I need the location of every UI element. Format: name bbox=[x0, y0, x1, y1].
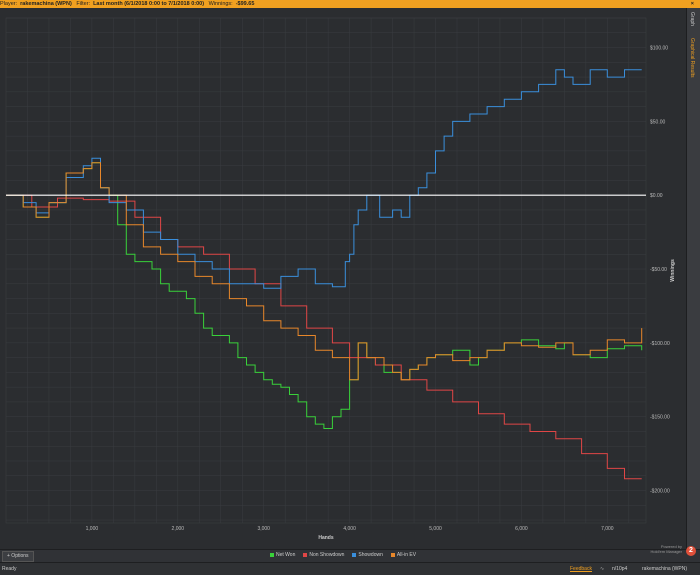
y-tick-label: -$100.00 bbox=[650, 341, 670, 347]
x-tick-label: 2,000 bbox=[172, 526, 185, 532]
player-label: Player: bbox=[0, 1, 18, 7]
y-tick-label: $0.00 bbox=[650, 193, 663, 199]
legend-item-netwon[interactable]: Net Won bbox=[270, 552, 295, 558]
legend-label: Showdown bbox=[358, 552, 383, 558]
x-tick-label: 7,000 bbox=[601, 526, 614, 532]
series-layer bbox=[6, 69, 646, 480]
legend-item-allinev[interactable]: All-in EV bbox=[390, 552, 417, 558]
legend: Net Won Non Showdown Showdown All-in EV bbox=[270, 551, 424, 560]
y-tick-label: $100.00 bbox=[650, 46, 668, 52]
tab-graphical-results[interactable]: Graphical Results bbox=[689, 38, 695, 77]
y-tick-label: -$200.00 bbox=[650, 489, 670, 495]
y-tick-label: -$50.00 bbox=[650, 267, 667, 273]
y-tick-label: $50.00 bbox=[650, 119, 666, 125]
legend-item-showdown[interactable]: Showdown bbox=[352, 552, 383, 558]
filter-label: Filter: bbox=[76, 1, 91, 7]
brand-name: Hold'em Manager bbox=[650, 549, 682, 554]
results-graph: 1,000 2,000 3,000 4,000 5,000 6,000 7,000 $100.… bbox=[0, 8, 686, 549]
legend-label: All-in EV bbox=[396, 552, 417, 558]
player-value[interactable]: rakemachina (WPN) bbox=[20, 1, 72, 7]
feedback-link[interactable]: Feedback bbox=[570, 563, 592, 575]
x-tick-label: 5,000 bbox=[429, 526, 442, 532]
x-axis-label: Hands bbox=[318, 535, 334, 541]
powered-by: Powered by Hold'em Manager bbox=[651, 544, 682, 554]
grid bbox=[5, 17, 647, 524]
status-hands: n/10p4 bbox=[612, 566, 628, 572]
side-tabs: Graph Graphical Results bbox=[686, 8, 700, 549]
x-tick-label: 1,000 bbox=[86, 526, 99, 532]
options-button[interactable]: + Options bbox=[2, 551, 34, 562]
winnings-value: -$99.65 bbox=[235, 1, 255, 7]
brand-logo: 2 bbox=[686, 546, 696, 556]
tab-graph[interactable]: Graph bbox=[689, 12, 695, 26]
legend-label: Non Showdown bbox=[309, 552, 345, 558]
y-tick-label: -$150.00 bbox=[650, 415, 670, 421]
plot-area-frame bbox=[5, 17, 647, 524]
top-info-bar: Player: rakemachina (WPN) Filter: Last mon… bbox=[0, 0, 700, 8]
axes: 1,000 2,000 3,000 4,000 5,000 6,000 7,000 $100.… bbox=[86, 46, 676, 541]
legend-label: Net Won bbox=[276, 552, 296, 558]
status-text: Ready bbox=[2, 566, 17, 572]
x-tick-label: 4,000 bbox=[343, 526, 356, 532]
legend-swatch bbox=[390, 552, 395, 557]
legend-item-nonshowdown[interactable]: Non Showdown bbox=[303, 552, 344, 558]
x-tick-label: 3,000 bbox=[257, 526, 270, 532]
rss-icon[interactable]: ∿ bbox=[600, 563, 604, 575]
y-axis-label: Winnings bbox=[670, 259, 676, 282]
series-line-showdown bbox=[6, 69, 642, 289]
x-tick-label: 6,000 bbox=[515, 526, 528, 532]
series-line-netwon bbox=[6, 162, 643, 429]
legend-swatch bbox=[303, 552, 308, 557]
graph-footer: + Options Net Won Non Showdown Showdown All… bbox=[0, 544, 700, 562]
close-icon[interactable]: × bbox=[691, 0, 694, 8]
status-player: rakemachina (WPN) bbox=[642, 566, 688, 572]
filter-value[interactable]: Last month (6/1/2018 0:00 to 7/1/2018 0:… bbox=[93, 1, 204, 7]
winnings-label: Winnings: bbox=[208, 1, 233, 7]
status-bar: Ready Feedback ∿ n/10p4 rakemachina (WPN… bbox=[0, 562, 700, 575]
legend-swatch bbox=[270, 552, 274, 557]
legend-swatch bbox=[352, 552, 357, 557]
series-line-nonshowdown bbox=[6, 194, 642, 480]
